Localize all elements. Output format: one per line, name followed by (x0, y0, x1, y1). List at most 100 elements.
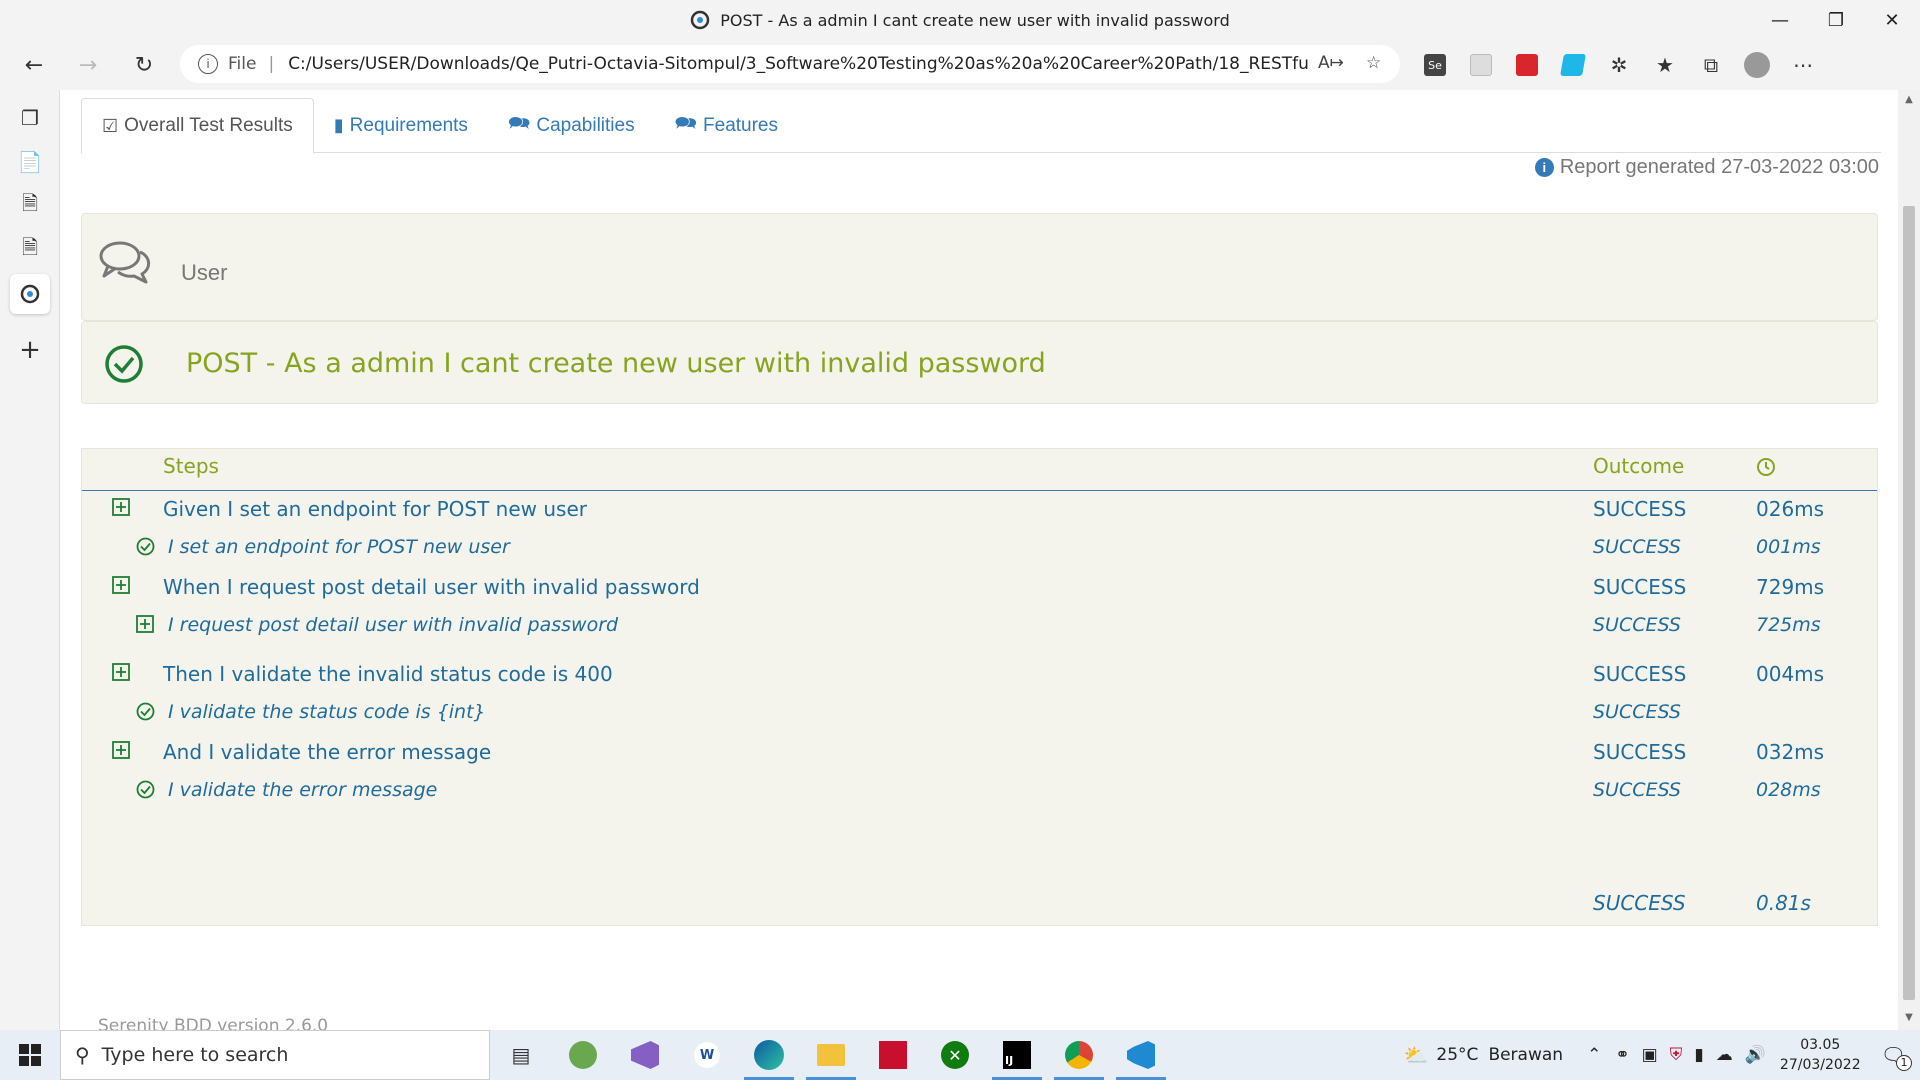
browser-toolbar: ← → ↻ i File | C:/Users/USER/Downloads/Q… (0, 40, 1920, 90)
step-description: I validate the status code is {int} (168, 701, 486, 723)
scroll-down-arrow[interactable]: ▼ (1898, 1012, 1920, 1023)
step-row[interactable]: Then I validate the invalid status code … (82, 654, 1877, 694)
feature-panel: User (81, 213, 1878, 321)
battery-icon[interactable]: ▮ (1694, 1045, 1703, 1065)
weather-text[interactable]: Berawan (1488, 1045, 1563, 1065)
plus-box-icon[interactable] (112, 576, 130, 598)
weather-icon[interactable]: ⛅ (1404, 1043, 1429, 1067)
vertical-tab-3[interactable]: 🗎 (10, 230, 50, 270)
plus-box-icon[interactable] (112, 663, 130, 685)
onedrive-icon[interactable]: ☁ (1716, 1045, 1733, 1065)
volume-icon[interactable]: 🔊 (1745, 1045, 1766, 1065)
clock[interactable]: 03.05 27/03/2022 (1780, 1035, 1861, 1075)
system-tray: ⛅ 25°C Berawan ⌃ ⚭ ▣ ⛨ ▮ ☁ 🔊 03.05 27/03… (1404, 1030, 1920, 1080)
scrollbar-thumb[interactable] (1903, 206, 1915, 1000)
security-shield-icon[interactable]: ⛨ (1670, 1045, 1683, 1065)
taskbar-search[interactable]: ⚲ Type here to search (60, 1030, 490, 1080)
app-green-icon[interactable] (552, 1030, 614, 1080)
extensions-puzzle-icon[interactable]: ✲ (1596, 45, 1642, 85)
check-circle-icon (136, 702, 155, 725)
step-outcome: SUCCESS (1593, 740, 1687, 764)
scroll-up-arrow[interactable]: ▲ (1898, 94, 1920, 105)
step-description: I validate the error message (168, 779, 438, 801)
task-view-icon[interactable]: ▤ (490, 1030, 552, 1080)
plus-box-icon[interactable] (112, 741, 130, 763)
selenium-extension-icon[interactable]: Se (1412, 45, 1458, 85)
step-duration: 001ms (1756, 536, 1821, 558)
vertical-scrollbar[interactable]: ▲ ▼ (1898, 90, 1920, 1030)
step-row[interactable]: Given I set an endpoint for POST new use… (82, 489, 1877, 529)
new-tab-plus-icon[interactable]: + (10, 330, 50, 370)
tab-overall-test-results[interactable]: ☑ Overall Test Results (81, 98, 314, 154)
steps-table: Steps Outcome Given I set an endpoint fo… (81, 448, 1878, 926)
intellij-icon[interactable]: IJ (986, 1030, 1048, 1080)
serenity-logo-icon (691, 10, 710, 30)
back-button[interactable]: ← (12, 45, 56, 85)
extension-grey-icon[interactable] (1458, 45, 1504, 85)
window-titlebar: POST - As a admin I cant create new user… (0, 0, 1920, 40)
plus-box-icon[interactable] (136, 615, 154, 637)
substep-row[interactable]: I request post detail user with invalid … (82, 606, 1877, 646)
xbox-icon[interactable]: ✕ (924, 1030, 986, 1080)
minimize-button[interactable]: — (1752, 0, 1808, 40)
vscode-icon[interactable] (1110, 1030, 1172, 1080)
collections-icon[interactable]: ⧉ (1688, 45, 1734, 85)
step-outcome: SUCCESS (1593, 536, 1681, 558)
app-w-icon[interactable]: W (676, 1030, 738, 1080)
read-aloud-icon[interactable]: A↦ (1318, 53, 1344, 73)
device-icon[interactable]: ▣ (1642, 1045, 1658, 1065)
step-duration: 032ms (1756, 740, 1825, 764)
outcome-header: Outcome (1593, 454, 1685, 478)
app-red-icon[interactable] (862, 1030, 924, 1080)
substep-row[interactable]: I set an endpoint for POST new user SUCCE… (82, 528, 1877, 568)
tab-requirements[interactable]: ▮ Requirements (314, 98, 488, 153)
start-button[interactable] (0, 1030, 60, 1080)
more-menu-icon[interactable]: ⋯ (1780, 45, 1826, 85)
file-explorer-icon[interactable] (800, 1030, 862, 1080)
forward-button[interactable]: → (66, 45, 110, 85)
step-outcome: SUCCESS (1593, 662, 1687, 686)
tab-capabilities[interactable]: 🗪 Capabilities (488, 98, 655, 153)
chevron-up-icon[interactable]: ⌃ (1587, 1045, 1601, 1065)
vertical-tab-2[interactable]: 🗎 (10, 186, 50, 226)
serenity-version: Serenity BDD version 2.6.0 (98, 1016, 329, 1030)
book-icon: ▮ (333, 115, 344, 135)
favorites-icon[interactable]: ★ (1642, 45, 1688, 85)
chrome-icon[interactable] (1048, 1030, 1110, 1080)
clock-date: 27/03/2022 (1779, 1057, 1861, 1073)
step-outcome: SUCCESS (1593, 614, 1681, 636)
vertical-tab-active[interactable] (10, 274, 50, 314)
extension-blue-icon[interactable] (1550, 45, 1596, 85)
step-description: When I request post detail user with inv… (163, 575, 700, 599)
tab-actions-icon[interactable]: ❐ (10, 98, 50, 138)
profile-avatar[interactable] (1734, 45, 1780, 85)
report-generated: i Report generated 27-03-2022 03:00 (1534, 156, 1879, 179)
restore-button[interactable]: ❐ (1808, 0, 1864, 40)
vertical-tab-1[interactable]: 📄 (10, 142, 50, 182)
weather-temp[interactable]: 25°C (1436, 1045, 1478, 1065)
add-favorite-icon[interactable]: ☆ (1366, 53, 1381, 73)
edge-browser-icon[interactable] (738, 1030, 800, 1080)
network-icon[interactable]: ⚭ (1615, 1045, 1629, 1065)
clock-time: 03.05 (1800, 1037, 1841, 1053)
notifications-button[interactable]: 🗨 1 (1881, 1043, 1912, 1071)
total-duration: 0.81s (1756, 891, 1811, 915)
address-url[interactable]: C:/Users/USER/Downloads/Qe_Putri-Octavia… (288, 54, 1308, 74)
check-circle-icon (105, 345, 143, 383)
address-bar[interactable]: i File | C:/Users/USER/Downloads/Qe_Putr… (180, 45, 1400, 83)
visual-studio-icon[interactable] (614, 1030, 676, 1080)
step-row[interactable]: When I request post detail user with inv… (82, 567, 1877, 607)
extension-red-icon[interactable] (1504, 45, 1550, 85)
step-description: I set an endpoint for POST new user (168, 536, 510, 558)
info-icon[interactable]: i (198, 54, 218, 74)
refresh-button[interactable]: ↻ (122, 45, 166, 85)
check-circle-icon (136, 537, 155, 560)
tab-features[interactable]: 🗪 Features (655, 98, 798, 153)
feature-label[interactable]: User (181, 260, 227, 286)
substep-row[interactable]: I validate the status code is {int} SUCCE… (82, 693, 1877, 733)
substep-row[interactable]: I validate the error message SUCCESS 028ms (82, 771, 1877, 811)
step-row[interactable]: And I validate the error message SUCCESS 0… (82, 732, 1877, 772)
plus-box-icon[interactable] (112, 498, 130, 520)
check-circle-icon (136, 780, 155, 803)
close-button[interactable]: ✕ (1864, 0, 1920, 40)
